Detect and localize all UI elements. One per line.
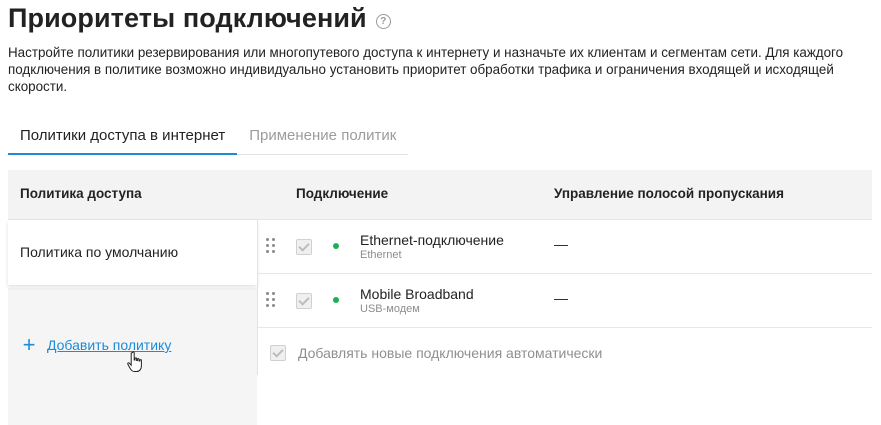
connection-type: USB-модем xyxy=(360,303,420,315)
tab-policy-application[interactable]: Применение политик xyxy=(237,118,408,154)
header-connection: Подключение xyxy=(296,186,389,201)
policy-item-label: Политика по умолчанию xyxy=(20,244,179,260)
policies-panel: Политика доступа Подключение Управление … xyxy=(8,170,872,425)
header-policy: Политика доступа xyxy=(20,186,142,201)
status-dot-icon xyxy=(333,297,339,303)
status-dot-icon xyxy=(333,243,339,249)
drag-handle-icon[interactable] xyxy=(266,238,278,254)
plus-icon: + xyxy=(22,332,36,357)
drag-handle-icon[interactable] xyxy=(266,292,278,308)
page-description: Настройте политики резервирования или мн… xyxy=(8,45,844,94)
policy-item-default[interactable]: Политика по умолчанию xyxy=(8,220,257,285)
connection-checkbox[interactable] xyxy=(296,239,312,255)
connection-name: Mobile Broadband xyxy=(360,286,474,302)
page-header: Приоритеты подключений ? xyxy=(8,3,391,34)
header-bandwidth: Управление полосой пропускания xyxy=(554,186,784,201)
page-title: Приоритеты подключений xyxy=(8,3,367,33)
bandwidth-value: — xyxy=(554,290,568,306)
tab-internet-access-policies[interactable]: Политики доступа в интернет xyxy=(8,118,238,155)
connection-row[interactable]: Mobile Broadband USB-модем — xyxy=(258,274,872,328)
tab-bar: Политики доступа в интернет Применение п… xyxy=(8,118,409,155)
add-policy-label[interactable]: Добавить политику xyxy=(47,337,171,353)
add-policy-button[interactable]: + Добавить политику xyxy=(20,332,172,357)
help-icon[interactable]: ? xyxy=(375,13,391,29)
connection-checkbox[interactable] xyxy=(296,293,312,309)
auto-add-label: Добавлять новые подключения автоматическ… xyxy=(298,345,603,361)
connection-row[interactable]: Ethernet-подключение Ethernet — xyxy=(258,220,872,274)
connection-type: Ethernet xyxy=(360,249,402,261)
bandwidth-value: — xyxy=(554,236,568,252)
hand-pointer-icon xyxy=(127,351,142,372)
auto-add-checkbox[interactable] xyxy=(270,345,286,361)
auto-add-option[interactable]: Добавлять новые подключения автоматическ… xyxy=(270,345,602,361)
connection-name: Ethernet-подключение xyxy=(360,232,504,248)
table-header: Политика доступа Подключение Управление … xyxy=(8,170,872,220)
